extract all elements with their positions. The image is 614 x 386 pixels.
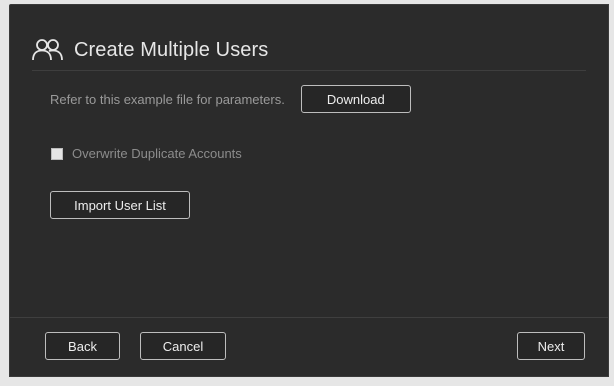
parameters-hint: Refer to this example file for parameter… [50,91,285,107]
overwrite-duplicates-checkbox[interactable] [51,147,63,160]
page-background: Create Multiple Users Refer to this exam… [0,0,614,386]
dialog-header: Create Multiple Users [32,30,268,70]
create-multiple-users-dialog: Create Multiple Users Refer to this exam… [9,4,609,377]
back-button[interactable]: Back [45,332,120,360]
overwrite-duplicates-label[interactable]: Overwrite Duplicate Accounts [72,146,242,161]
header-divider [32,70,586,71]
dialog-title: Create Multiple Users [74,38,269,61]
cancel-button[interactable]: Cancel [140,332,226,360]
users-icon [32,38,64,62]
overwrite-duplicates-option[interactable]: Overwrite Duplicate Accounts [51,146,242,161]
parameters-row: Refer to this example file for parameter… [50,85,411,113]
download-button[interactable]: Download [300,85,411,113]
import-user-list-button[interactable]: Import User List [50,191,190,219]
footer-divider [10,317,608,318]
next-button[interactable]: Next [517,332,585,360]
